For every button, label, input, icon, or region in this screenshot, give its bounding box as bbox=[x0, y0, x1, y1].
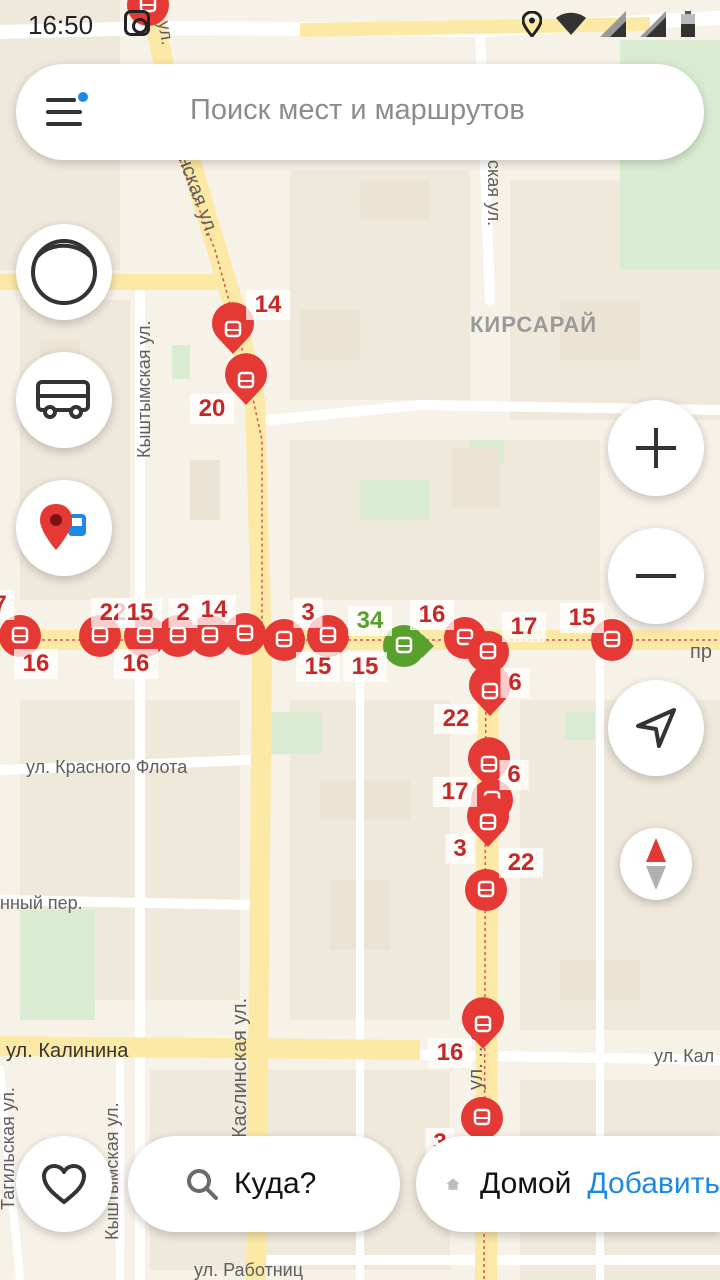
status-bar: 16:50 bbox=[0, 0, 720, 50]
district-label: КИРСАРАЙ bbox=[470, 312, 597, 337]
route-number-label: 6 bbox=[507, 761, 520, 788]
route-number-label: 6 bbox=[508, 669, 521, 696]
search-input[interactable]: Поиск мест и маршрутов bbox=[190, 94, 525, 127]
home-icon bbox=[446, 1178, 460, 1190]
map-canvas[interactable]: Кыштымская ул. ул. Красного Флота нный п… bbox=[0, 0, 720, 1280]
street-label: ул. Кал bbox=[654, 1046, 714, 1066]
route-number-label: 15 bbox=[352, 653, 379, 680]
home-label: Домой bbox=[480, 1167, 572, 1200]
map-pin-bus-icon bbox=[40, 504, 86, 550]
heart-icon bbox=[42, 1164, 86, 1204]
route-number-label: 16 bbox=[23, 650, 50, 677]
route-number-label: 16 bbox=[419, 601, 446, 628]
profile-button[interactable] bbox=[16, 224, 112, 320]
street-label: Тагильская ул. bbox=[0, 1087, 18, 1210]
menu-icon[interactable] bbox=[46, 92, 88, 128]
compass-icon bbox=[646, 838, 666, 890]
street-label: пр bbox=[690, 641, 712, 663]
plus-icon bbox=[636, 428, 676, 468]
route-number-label: 2 bbox=[176, 599, 189, 626]
route-number-label: 16 bbox=[437, 1039, 464, 1066]
location-icon bbox=[522, 11, 542, 37]
compass-button[interactable] bbox=[620, 828, 692, 900]
notification-dot bbox=[78, 92, 88, 102]
route-number-label: 34 bbox=[357, 607, 384, 634]
favorites-button[interactable] bbox=[16, 1136, 112, 1232]
street-label: Каслинская ул. bbox=[229, 998, 251, 1138]
navigation-arrow-icon bbox=[636, 708, 676, 748]
transport-layer-button[interactable] bbox=[16, 480, 112, 576]
instagram-icon bbox=[124, 10, 150, 36]
route-number-label: 17 bbox=[442, 778, 469, 805]
minus-icon bbox=[636, 574, 676, 578]
route-number-label: 14 bbox=[201, 596, 228, 623]
route-number-label: 15 bbox=[305, 653, 332, 680]
route-number-label: 3 bbox=[453, 835, 466, 862]
wifi-icon bbox=[556, 12, 586, 35]
route-number-label: 7 bbox=[0, 591, 7, 618]
search-icon bbox=[187, 1169, 218, 1200]
signal-icon bbox=[640, 11, 666, 37]
route-number-label: 15 bbox=[569, 604, 596, 631]
route-number-label: 22 bbox=[508, 849, 535, 876]
where-button[interactable]: Куда? bbox=[128, 1136, 400, 1232]
route-number-label: 22 bbox=[443, 705, 470, 732]
zoom-in-button[interactable] bbox=[608, 400, 704, 496]
my-location-button[interactable] bbox=[608, 680, 704, 776]
street-label: ул. Красного Флота bbox=[26, 757, 188, 777]
route-number-label: 16 bbox=[123, 650, 150, 677]
route-number-label: 15 bbox=[127, 599, 154, 626]
transport-button[interactable] bbox=[16, 352, 112, 448]
route-number-label: 20 bbox=[199, 395, 226, 422]
search-bar[interactable]: Поиск мест и маршрутов bbox=[16, 64, 704, 160]
street-label: ул. Калинина bbox=[6, 1040, 129, 1062]
street-label: ская ул. bbox=[484, 160, 504, 226]
signal-icon bbox=[600, 11, 626, 37]
battery-icon bbox=[681, 11, 695, 37]
status-icons bbox=[522, 10, 696, 38]
street-label: ул. Работниц bbox=[194, 1260, 303, 1280]
add-home-link[interactable]: Добавить bbox=[587, 1167, 720, 1201]
street-label: нный пер. bbox=[0, 893, 83, 913]
where-label: Куда? bbox=[234, 1167, 317, 1200]
route-number-label: 14 bbox=[255, 291, 282, 318]
street-label: Кыштымская ул. bbox=[134, 320, 154, 458]
zoom-out-button[interactable] bbox=[608, 528, 704, 624]
bus-icon bbox=[36, 380, 90, 419]
home-shortcut[interactable]: Домой Добавить bbox=[416, 1136, 720, 1232]
route-number-label: 3 bbox=[301, 599, 314, 626]
route-number-label: 17 bbox=[511, 613, 538, 640]
tram-stop-marker[interactable] bbox=[461, 1097, 503, 1139]
profile-circle-icon bbox=[31, 239, 97, 305]
status-time: 16:50 bbox=[28, 10, 94, 40]
